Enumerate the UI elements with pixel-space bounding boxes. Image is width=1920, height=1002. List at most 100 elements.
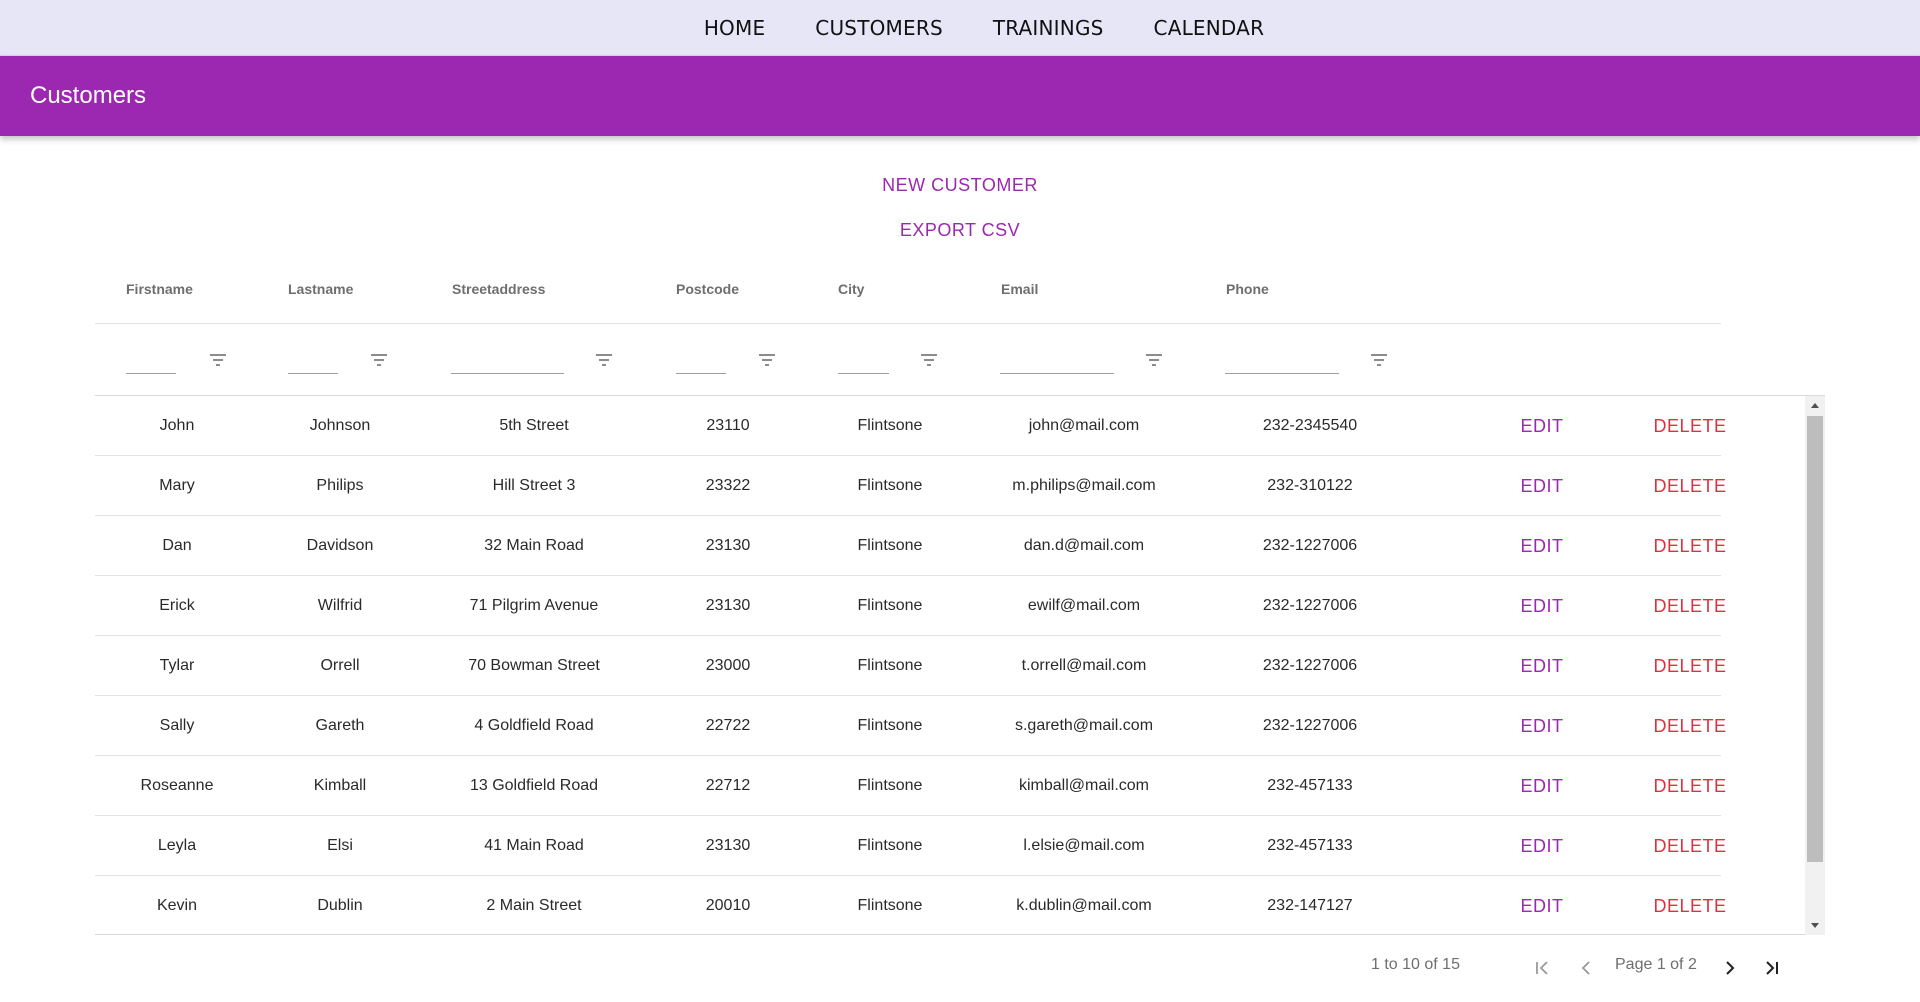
cell-email: s.gareth@mail.com (1014, 717, 1154, 734)
filter-streetaddress[interactable] (451, 348, 621, 374)
cell-streetaddress: Hill Street 3 (492, 477, 576, 494)
cell-lastname: Elsi (327, 837, 353, 854)
column-header-postcode[interactable]: Postcode (676, 281, 739, 297)
filter-city[interactable] (838, 348, 943, 374)
cell-city: Flintsone (857, 717, 923, 734)
delete-button[interactable]: DELETE (1635, 396, 1745, 456)
column-header-email[interactable]: Email (1001, 281, 1038, 297)
filter-icon[interactable] (209, 353, 227, 367)
cell-email: m.philips@mail.com (1012, 477, 1156, 494)
filter-icon[interactable] (1145, 353, 1163, 367)
filter-input-line[interactable] (126, 373, 176, 374)
column-header-firstname[interactable]: Firstname (126, 281, 193, 297)
cell-streetaddress: 32 Main Road (484, 537, 584, 554)
scrollbar-thumb[interactable] (1807, 416, 1823, 862)
cell-firstname: Erick (159, 597, 195, 614)
filter-icon[interactable] (370, 353, 388, 367)
nav-home-link[interactable]: HOME (704, 16, 765, 40)
edit-button[interactable]: EDIT (1497, 816, 1587, 876)
cell-email: dan.d@mail.com (1023, 537, 1145, 554)
cell-lastname: Johnson (309, 417, 371, 434)
table-row: Dan Davidson 32 Main Road 23130 Flintson… (95, 516, 1726, 576)
delete-button[interactable]: DELETE (1635, 696, 1745, 756)
cell-phone: 232-310122 (1267, 477, 1353, 494)
table-row: John Johnson 5th Street 23110 Flintsone … (95, 396, 1726, 456)
table-row: Tylar Orrell 70 Bowman Street 23000 Flin… (95, 636, 1726, 696)
next-page-icon[interactable] (1718, 956, 1742, 980)
cell-streetaddress: 2 Main Street (486, 897, 582, 914)
cell-lastname: Gareth (315, 717, 365, 734)
edit-button[interactable]: EDIT (1497, 396, 1587, 456)
cell-firstname: Tylar (159, 657, 195, 674)
cell-city: Flintsone (857, 837, 923, 854)
edit-button[interactable]: EDIT (1497, 456, 1587, 516)
delete-button[interactable]: DELETE (1635, 516, 1745, 576)
filter-firstname[interactable] (126, 348, 231, 374)
cell-firstname: Dan (162, 537, 192, 554)
scroll-up-arrow-icon[interactable] (1811, 403, 1819, 408)
edit-button[interactable]: EDIT (1497, 696, 1587, 756)
new-customer-button[interactable]: NEW CUSTOMER (0, 175, 1920, 196)
table-row: Leyla Elsi 41 Main Road 23130 Flintsone … (95, 816, 1726, 876)
cell-phone: 232-2345540 (1262, 417, 1358, 434)
cell-firstname: John (159, 417, 195, 434)
filter-input-line[interactable] (838, 373, 889, 374)
nav-calendar-link[interactable]: CALENDAR (1154, 16, 1265, 40)
column-header-lastname[interactable]: Lastname (288, 281, 353, 297)
cell-email: k.dublin@mail.com (1016, 897, 1152, 914)
scroll-down-arrow-icon[interactable] (1811, 923, 1819, 928)
filter-icon[interactable] (1370, 353, 1388, 367)
cell-phone: 232-1227006 (1262, 717, 1358, 734)
cell-firstname: Leyla (157, 837, 197, 854)
edit-button[interactable]: EDIT (1497, 756, 1587, 816)
vertical-scrollbar[interactable] (1805, 396, 1825, 935)
cell-phone: 232-1227006 (1262, 597, 1358, 614)
column-header-streetaddress[interactable]: Streetaddress (452, 281, 545, 297)
cell-lastname: Dublin (317, 897, 363, 914)
filter-input-line[interactable] (1000, 373, 1114, 374)
delete-button[interactable]: DELETE (1635, 456, 1745, 516)
delete-button[interactable]: DELETE (1635, 576, 1745, 636)
filter-icon[interactable] (595, 353, 613, 367)
filter-input-line[interactable] (1225, 373, 1339, 374)
delete-button[interactable]: DELETE (1635, 876, 1745, 934)
nav-trainings-link[interactable]: TRAININGS (993, 16, 1104, 40)
previous-page-icon[interactable] (1574, 956, 1598, 980)
filter-icon[interactable] (758, 353, 776, 367)
column-header-phone[interactable]: Phone (1226, 281, 1269, 297)
filter-lastname[interactable] (288, 348, 393, 374)
filter-icon[interactable] (920, 353, 938, 367)
grid-body: John Johnson 5th Street 23110 Flintsone … (95, 396, 1825, 935)
first-page-icon[interactable] (1530, 956, 1554, 980)
cell-email: kimball@mail.com (1018, 777, 1150, 794)
cell-firstname: Mary (159, 477, 195, 494)
filter-phone[interactable] (1225, 348, 1395, 374)
cell-phone: 232-147127 (1267, 897, 1353, 914)
cell-city: Flintsone (857, 477, 923, 494)
filter-email[interactable] (1000, 348, 1170, 374)
app-bar: Customers (0, 56, 1920, 136)
edit-button[interactable]: EDIT (1497, 876, 1587, 934)
filter-postcode[interactable] (676, 348, 781, 374)
column-header-city[interactable]: City (838, 281, 864, 297)
page-title: Customers (30, 82, 147, 109)
cell-city: Flintsone (857, 657, 923, 674)
edit-button[interactable]: EDIT (1497, 576, 1587, 636)
table-row: Mary Philips Hill Street 3 23322 Flintso… (95, 456, 1726, 516)
last-page-icon[interactable] (1760, 956, 1784, 980)
cell-streetaddress: 70 Bowman Street (468, 657, 600, 674)
edit-button[interactable]: EDIT (1497, 636, 1587, 696)
top-nav: HOME CUSTOMERS TRAININGS CALENDAR (0, 0, 1920, 56)
nav-customers-link[interactable]: CUSTOMERS (815, 16, 943, 40)
edit-button[interactable]: EDIT (1497, 516, 1587, 576)
delete-button[interactable]: DELETE (1635, 816, 1745, 876)
filter-input-line[interactable] (451, 373, 564, 374)
delete-button[interactable]: DELETE (1635, 756, 1745, 816)
cell-city: Flintsone (857, 777, 923, 794)
delete-button[interactable]: DELETE (1635, 636, 1745, 696)
filter-input-line[interactable] (676, 373, 726, 374)
export-csv-button[interactable]: EXPORT CSV (0, 220, 1920, 241)
filter-input-line[interactable] (288, 373, 338, 374)
cell-email: john@mail.com (1028, 417, 1140, 434)
cell-postcode: 23130 (705, 837, 751, 854)
